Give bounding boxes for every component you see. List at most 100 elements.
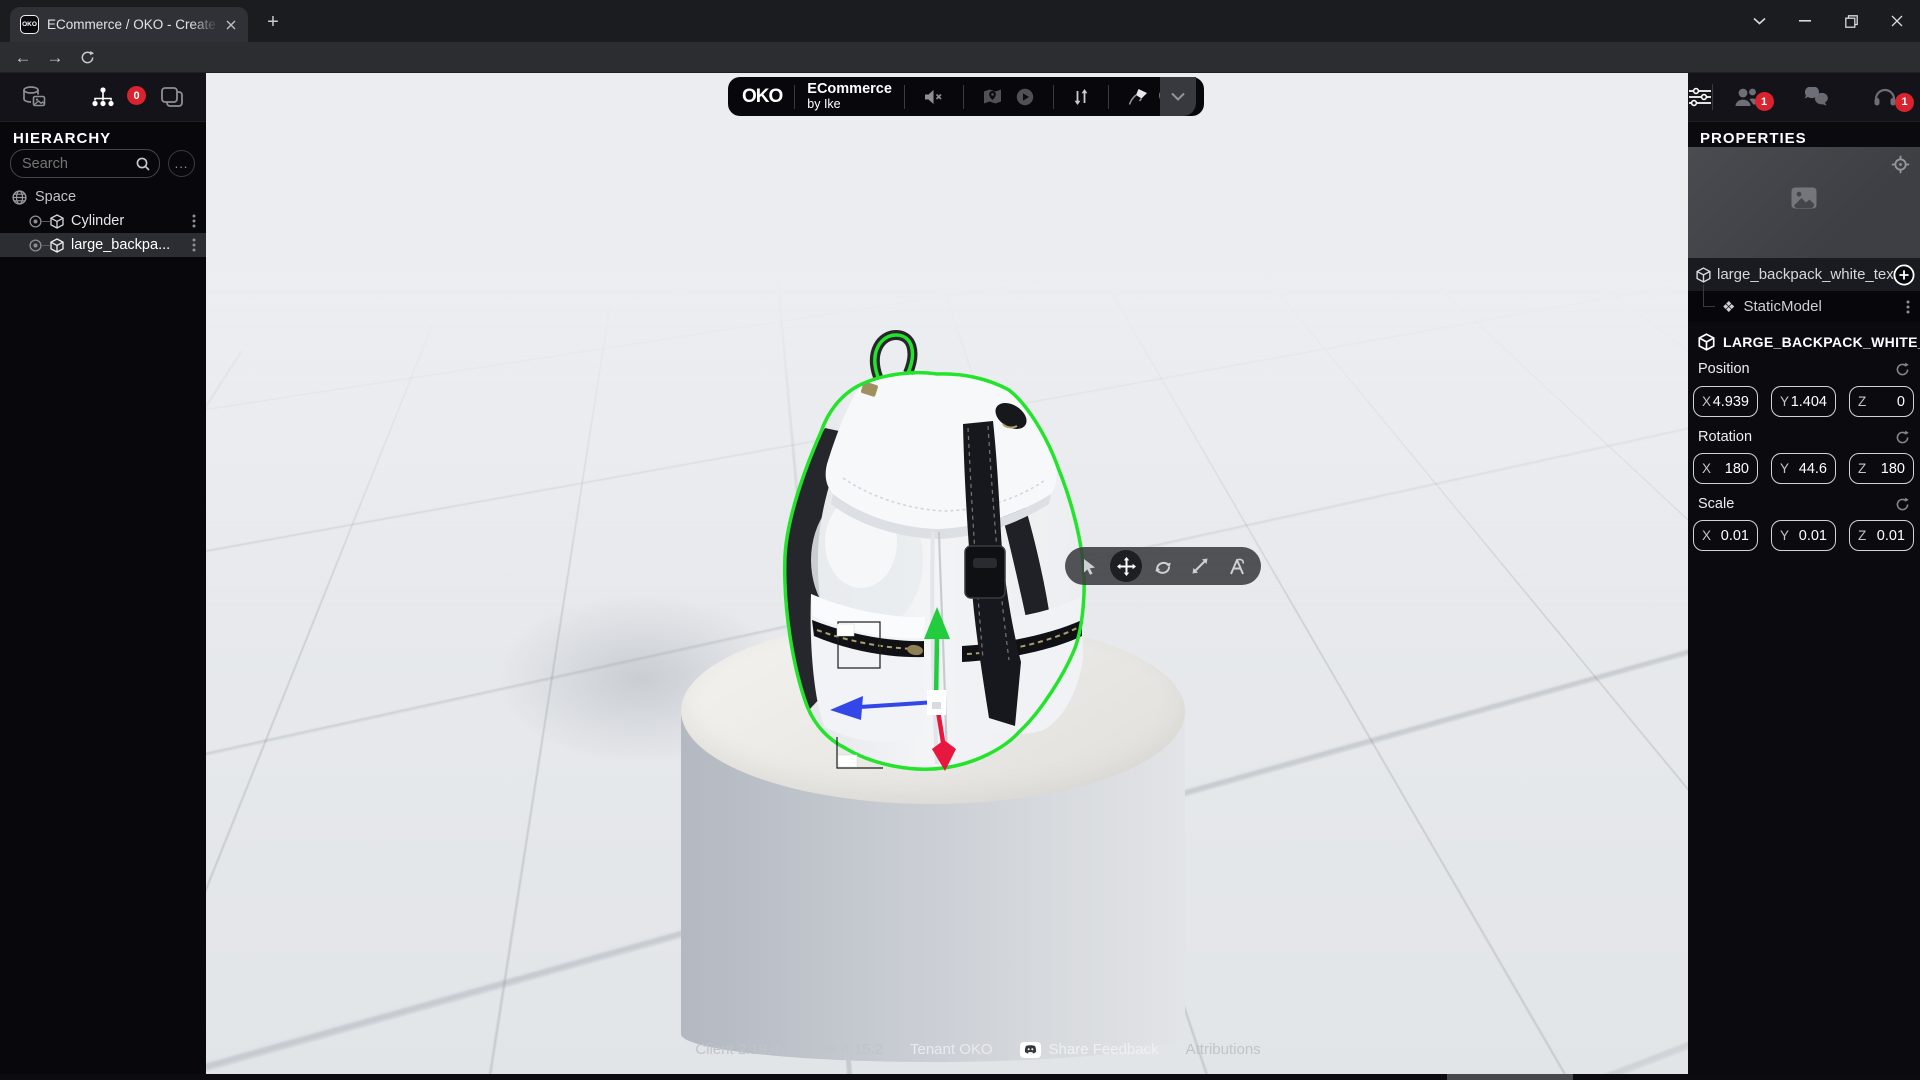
support-headset-icon[interactable]: 1 xyxy=(1851,87,1920,108)
app-window: OKO ECommerce / OKO - Create acro + ← → xyxy=(0,0,1920,1080)
image-placeholder-icon xyxy=(1791,187,1817,209)
node-row[interactable]: large_backpack_white_text xyxy=(1688,258,1920,291)
speed-kite-icon[interactable] xyxy=(1128,88,1148,106)
component-row[interactable]: ❖ StaticModel xyxy=(1688,291,1920,322)
chat-icon[interactable] xyxy=(1782,87,1851,107)
rotation-x-field[interactable]: X180 xyxy=(1693,453,1758,484)
transform-gizmo[interactable] xyxy=(806,593,1076,813)
rotate-tool-icon[interactable] xyxy=(1147,550,1179,582)
focus-target-icon[interactable] xyxy=(1891,155,1910,174)
attributions-link[interactable]: Attributions xyxy=(1186,1041,1261,1058)
position-section: Position xyxy=(1698,361,1910,377)
scrollbar-thumb[interactable] xyxy=(1447,1074,1573,1080)
3d-viewport[interactable]: Client 2.19.4 CSP 4.15.2 Tenant OKO Shar… xyxy=(206,73,1688,1080)
window-minimize-icon[interactable] xyxy=(1782,0,1828,42)
cube-icon xyxy=(50,238,64,253)
rotation-fields: X180 Y44.6 Z180 xyxy=(1693,453,1920,484)
window-close-icon[interactable] xyxy=(1874,0,1920,42)
backpack-flap xyxy=(826,373,1057,529)
properties-tab-icon[interactable] xyxy=(1688,87,1712,107)
tab-title: ECommerce / OKO - Create acro xyxy=(47,17,222,32)
visibility-toggle-icon[interactable] xyxy=(29,215,42,228)
tab-search-chevron-icon[interactable] xyxy=(1736,0,1782,42)
hierarchy-search[interactable] xyxy=(10,149,160,178)
space-byline: by Ike xyxy=(807,97,892,111)
search-icon xyxy=(136,157,150,171)
row-kebab-icon[interactable] xyxy=(192,214,196,228)
search-input[interactable] xyxy=(22,156,136,172)
tenant-label: Tenant OKO xyxy=(910,1041,993,1058)
assets-library-icon[interactable] xyxy=(0,86,69,108)
position-y-field[interactable]: Y1.404 xyxy=(1771,386,1836,417)
browser-tab[interactable]: OKO ECommerce / OKO - Create acro xyxy=(10,7,248,42)
gizmo-y-axis-arrow[interactable] xyxy=(924,607,950,702)
reset-position-icon[interactable] xyxy=(1895,362,1910,377)
gizmo-x-axis-arrow[interactable] xyxy=(830,696,936,720)
scale-x-field[interactable]: X0.01 xyxy=(1693,520,1758,551)
row-kebab-icon[interactable] xyxy=(192,238,196,252)
reload-icon[interactable] xyxy=(72,42,102,73)
select-tool-cursor-icon[interactable] xyxy=(1073,550,1105,582)
oko-logo: OKO xyxy=(742,86,782,108)
globe-icon xyxy=(12,190,27,205)
left-icon-bar: 0 xyxy=(0,73,206,122)
tree-label: Cylinder xyxy=(71,213,124,229)
new-tab-button[interactable]: + xyxy=(260,9,286,35)
scenes-layers-icon[interactable]: 0 xyxy=(137,86,206,108)
horizontal-scrollbar[interactable] xyxy=(0,1074,1920,1080)
tab-close-icon[interactable] xyxy=(222,16,240,34)
visibility-toggle-icon[interactable] xyxy=(29,239,42,252)
cube-icon xyxy=(50,214,64,229)
scale-fields: X0.01 Y0.01 Z0.01 xyxy=(1693,520,1920,551)
position-z-field[interactable]: Z0 xyxy=(1849,386,1914,417)
space-toolbar: OKO ECommerce by Ike 0.5 xyxy=(728,77,1204,116)
scale-section: Scale xyxy=(1698,496,1910,512)
left-sidebar: 0 HIERARCHY ... Space Cylinder xyxy=(0,73,206,1080)
viewport-status-bar: Client 2.19.4 CSP 4.15.2 Tenant OKO Shar… xyxy=(206,1041,1688,1058)
scale-z-field[interactable]: Z0.01 xyxy=(1849,520,1914,551)
gizmo-center-handle[interactable] xyxy=(927,690,946,715)
cube-icon xyxy=(1698,333,1715,351)
tree-row-cylinder[interactable]: Cylinder xyxy=(0,209,206,233)
reset-rotation-icon[interactable] xyxy=(1895,430,1910,445)
map-teleport-icon[interactable] xyxy=(983,88,1002,105)
model-preview xyxy=(1688,147,1920,258)
share-feedback-link[interactable]: Share Feedback xyxy=(1020,1041,1159,1058)
rotation-z-field[interactable]: Z180 xyxy=(1849,453,1914,484)
toolbar-expand-chevron-icon[interactable] xyxy=(1160,77,1196,116)
strap-buckle xyxy=(965,546,1005,598)
rotation-section: Rotation xyxy=(1698,429,1910,445)
sort-order-icon[interactable] xyxy=(1073,89,1089,105)
mute-audio-icon[interactable] xyxy=(924,89,944,105)
right-sidebar: 1 1 PROPERTIES large_backpack_white_text… xyxy=(1688,73,1920,1080)
move-tool-icon[interactable] xyxy=(1110,550,1142,582)
window-restore-icon[interactable] xyxy=(1828,0,1874,42)
scenes-badge: 0 xyxy=(127,86,146,105)
plane-handle-top[interactable] xyxy=(837,622,880,668)
client-version: Client 2.19.4 xyxy=(695,1041,779,1058)
play-icon[interactable] xyxy=(1016,88,1034,106)
tree-row-backpack[interactable]: large_backpa... xyxy=(0,233,206,257)
scale-tool-icon[interactable] xyxy=(1184,550,1216,582)
csp-version: CSP 4.15.2 xyxy=(807,1041,883,1058)
support-badge: 1 xyxy=(1895,93,1914,112)
position-x-field[interactable]: X4.939 xyxy=(1693,386,1758,417)
hierarchy-more-icon[interactable]: ... xyxy=(168,150,195,177)
right-icon-bar: 1 1 xyxy=(1688,73,1920,122)
reset-scale-icon[interactable] xyxy=(1895,497,1910,512)
component-name: StaticModel xyxy=(1743,298,1821,315)
viewport-tool-pill xyxy=(1065,547,1261,585)
browser-tab-strip: OKO ECommerce / OKO - Create acro + xyxy=(0,0,1920,42)
oko-favicon: OKO xyxy=(20,15,39,34)
plane-handle-bottom[interactable] xyxy=(837,737,883,768)
scale-y-field[interactable]: Y0.01 xyxy=(1771,520,1836,551)
tree-row-space[interactable]: Space xyxy=(0,185,206,209)
rotation-y-field[interactable]: Y44.6 xyxy=(1771,453,1836,484)
add-component-icon[interactable] xyxy=(1893,264,1915,286)
component-kebab-icon[interactable] xyxy=(1906,300,1910,314)
forward-icon[interactable]: → xyxy=(40,42,70,73)
collaborators-icon[interactable]: 1 xyxy=(1712,87,1781,107)
pivot-axis-tool-icon[interactable] xyxy=(1221,550,1253,582)
tree-label: Space xyxy=(35,189,76,205)
back-icon[interactable]: ← xyxy=(8,42,38,73)
